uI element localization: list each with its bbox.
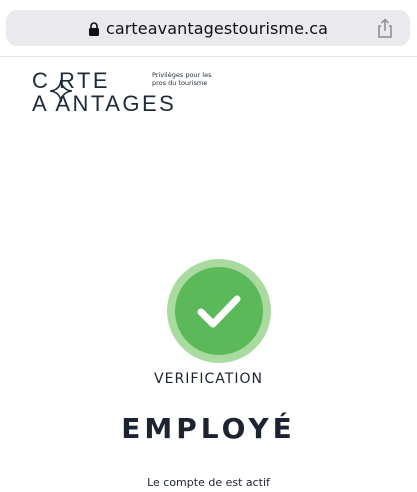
browser-toolbar: carteavantagestourisme.ca bbox=[0, 0, 417, 57]
logo-star-icon bbox=[50, 80, 72, 102]
check-badge-icon bbox=[167, 259, 271, 363]
page-title: EMPLOYÉ bbox=[121, 412, 296, 445]
page: carteavantagestourisme.ca C RTE A ANTAGE… bbox=[0, 0, 417, 492]
verification-label: VERIFICATION bbox=[154, 371, 263, 387]
share-icon[interactable] bbox=[376, 18, 394, 38]
logo-tagline: Privilèges pour les pros du tourisme bbox=[152, 71, 212, 87]
url-text: carteavantagestourisme.ca bbox=[105, 18, 329, 38]
lock-icon bbox=[88, 22, 99, 36]
carte-avantages-logo[interactable]: C RTE A ANTAGES Privilèges pour les pros… bbox=[32, 68, 232, 124]
address-bar[interactable]: carteavantagestourisme.ca bbox=[6, 10, 410, 46]
status-text: Le compte de est actif bbox=[147, 476, 270, 489]
